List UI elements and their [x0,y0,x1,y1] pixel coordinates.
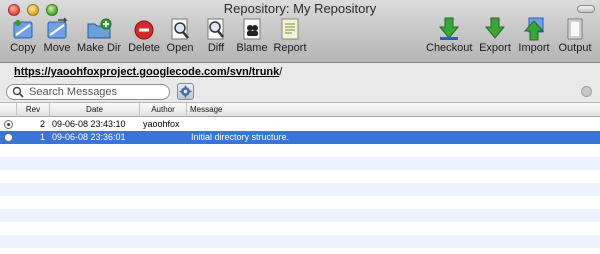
rev-cell: 1 [39,132,45,142]
empty-table-row [0,222,600,235]
column-header-checkbox[interactable] [0,103,17,117]
repository-path: https://yaoohfoxproject.googlecode.com/s… [14,66,282,78]
move-button[interactable]: Move [34,17,80,61]
gear-icon [179,85,192,98]
empty-table-row [0,183,600,196]
search-row [0,83,600,102]
export-icon [484,17,506,39]
path-base-link[interactable]: https://yaoohfoxproject.googlecode.com/s… [14,66,252,78]
message-cell [191,118,591,131]
table-row[interactable]: 1 09-06-08 23:36:01 Initial directory stru… [0,131,600,144]
author-cell: yaoohfox [143,119,180,129]
column-header-date[interactable]: Date [50,103,140,117]
column-header-author[interactable]: Author [140,103,187,117]
path-trail: / [279,66,283,78]
row-radio-button[interactable] [4,120,13,129]
report-button[interactable]: Report [267,17,313,61]
search-icon [12,86,24,98]
report-icon [281,18,299,40]
revision-table: Rev Date Author Message 2 09-06-08 23:43:… [0,102,600,254]
column-header-message[interactable]: Message [187,103,600,117]
refresh-icon[interactable] [581,86,592,97]
date-cell: 09-06-08 23:36:01 [52,132,126,142]
rev-cell: 2 [39,119,45,129]
row-radio-button[interactable] [4,133,13,142]
empty-table-row [0,170,600,183]
checkout-button[interactable]: Checkout [426,17,472,61]
date-cell: 09-06-08 23:43:10 [52,119,126,129]
move-icon [47,17,68,39]
path-segment-trunk[interactable]: trunk [252,66,280,78]
empty-table-row [0,144,600,157]
open-icon [171,18,189,40]
make-dir-icon [87,18,112,39]
path-bar: https://yaoohfoxproject.googlecode.com/s… [0,63,600,83]
output-icon [567,18,583,40]
import-button[interactable]: Import [511,17,557,61]
output-button[interactable]: Output [552,17,598,61]
window-toolbar: Repository: My Repository Copy Move Make… [0,0,600,63]
toolbar-toggle-button[interactable] [577,5,595,13]
diff-icon [207,18,224,40]
window-title: Repository: My Repository [223,1,377,16]
empty-table-row [0,157,600,170]
message-cell: Initial directory structure. [191,132,290,142]
table-row[interactable]: 2 09-06-08 23:43:10 yaoohfox [0,118,600,131]
delete-icon [134,20,154,40]
checkout-icon [438,17,460,40]
column-header-rev[interactable]: Rev [17,103,50,117]
make-dir-button[interactable]: Make Dir [76,17,122,61]
author-cell [143,131,189,144]
empty-table-row [0,235,600,248]
empty-table-row [0,196,600,209]
search-options-button[interactable] [177,83,194,100]
table-header: Rev Date Author Message [0,102,600,117]
search-field[interactable] [6,84,170,100]
copy-icon [13,20,33,39]
import-icon [523,17,545,41]
empty-table-row [0,209,600,222]
search-input[interactable] [29,86,164,98]
blame-icon [243,18,261,40]
